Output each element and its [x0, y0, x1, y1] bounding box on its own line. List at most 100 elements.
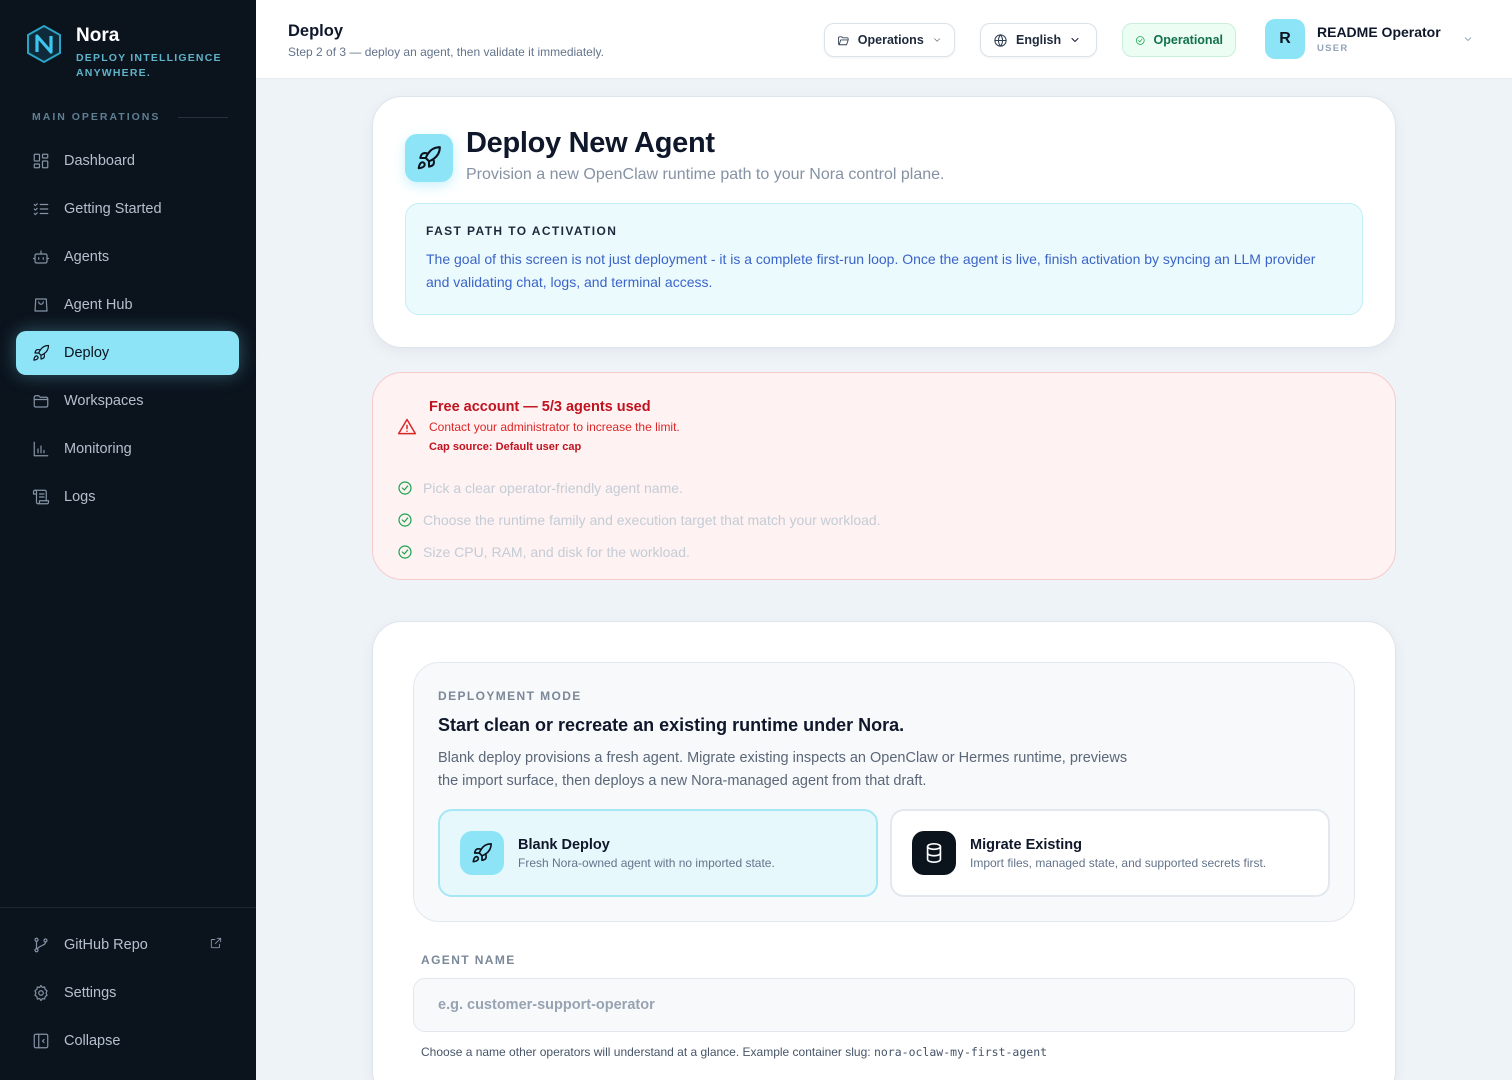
limit-contact: Contact your administrator to increase t…: [429, 420, 680, 434]
fast-path-callout: FAST PATH TO ACTIVATION The goal of this…: [405, 203, 1363, 315]
check-circle-icon: [398, 513, 412, 527]
hero-subtitle: Provision a new OpenClaw runtime path to…: [466, 166, 945, 183]
rocket-icon: [33, 344, 50, 361]
agent-name-input[interactable]: [413, 978, 1355, 1032]
sidebar-item-workspaces[interactable]: Workspaces: [16, 379, 239, 423]
sidebar-item-label: Workspaces: [64, 393, 144, 409]
sidebar-item-github-repo[interactable]: GitHub Repo: [16, 923, 239, 967]
chevron-down-icon: [933, 38, 940, 42]
check-circle-icon: [398, 545, 412, 559]
sidebar-item-settings[interactable]: Settings: [16, 971, 239, 1015]
mode-description: Blank deploy provisions a fresh agent. M…: [438, 750, 1128, 789]
sidebar-item-label: Agent Hub: [64, 297, 133, 313]
mode-title: Start clean or recreate an existing runt…: [438, 715, 905, 735]
database-icon: [926, 843, 942, 863]
fast-path-text: The goal of this screen is not just depl…: [426, 251, 1316, 290]
sidebar-item-collapse[interactable]: Collapse: [16, 1019, 239, 1063]
deploy-checklist: Pick a clear operator-friendly agent nam…: [397, 472, 881, 568]
sidebar-item-agents[interactable]: Agents: [16, 235, 239, 279]
operations-label: Operations: [857, 33, 924, 47]
section-label-text: MAIN OPERATIONS: [32, 111, 161, 123]
section-label: MAIN OPERATIONS: [32, 111, 229, 123]
check-circle-icon: [398, 481, 412, 495]
option-description: Import files, managed state, and support…: [970, 855, 1267, 870]
sidebar-item-dashboard[interactable]: Dashboard: [16, 139, 239, 183]
sidebar-item-agent-hub[interactable]: Agent Hub: [16, 283, 239, 327]
scroll-icon: [32, 489, 50, 505]
bar-chart-icon: [33, 441, 49, 457]
agent-name-label: AGENT NAME: [421, 953, 516, 967]
deployment-mode-section: DEPLOYMENT MODE Start clean or recreate …: [413, 662, 1355, 922]
limit-cap-source: Cap source: Default user cap: [429, 441, 582, 453]
sidebar-item-monitoring[interactable]: Monitoring: [16, 427, 239, 471]
brand-tagline: DEPLOY INTELLIGENCE ANYWHERE.: [76, 52, 222, 79]
language-selector[interactable]: English: [980, 23, 1097, 57]
user-name: README Operator: [1317, 24, 1441, 40]
avatar: R: [1265, 19, 1305, 59]
gear-icon: [34, 984, 48, 1002]
slug-example: nora-oclaw-my-first-agent: [873, 1045, 1048, 1059]
sidebar-item-label: GitHub Repo: [64, 937, 148, 953]
sidebar-item-label: Settings: [64, 985, 117, 1001]
brand-name: Nora: [76, 25, 120, 46]
user-role: USER: [1317, 43, 1349, 54]
panel-collapse-icon: [33, 1033, 49, 1049]
sidebar-item-label: Agents: [64, 249, 110, 265]
hero-rocket-badge: [405, 134, 453, 182]
user-menu[interactable]: R README Operator USER: [1265, 19, 1441, 59]
rocket-icon: [472, 843, 492, 863]
checklist-text: Size CPU, RAM, and disk for the workload…: [423, 544, 690, 560]
deploy-form-card: DEPLOYMENT MODE Start clean or recreate …: [372, 621, 1396, 1080]
external-link-icon: [210, 937, 222, 949]
operations-dropdown[interactable]: Operations: [824, 23, 955, 57]
nora-logo-icon: [27, 24, 61, 64]
option-title: Blank Deploy: [518, 836, 610, 853]
section-divider: [178, 116, 229, 118]
mode-label: DEPLOYMENT MODE: [438, 689, 582, 703]
sidebar-item-label: Dashboard: [64, 153, 135, 169]
language-label: English: [1016, 33, 1062, 47]
agent-name-hint: Choose a name other operators will under…: [421, 1045, 1047, 1059]
top-header: Deploy Step 2 of 3 — deploy an agent, th…: [256, 0, 1512, 79]
git-branch-icon: [34, 937, 48, 953]
deploy-hero-card: Deploy New Agent Provision a new OpenCla…: [372, 96, 1396, 348]
sidebar-item-label: Getting Started: [64, 201, 162, 217]
sidebar-item-getting-started[interactable]: Getting Started: [16, 187, 239, 231]
sidebar: Nora DEPLOY INTELLIGENCE ANYWHERE. MAIN …: [0, 0, 256, 1080]
folder-icon: [33, 395, 49, 408]
checklist-text: Choose the runtime family and execution …: [423, 512, 881, 528]
sidebar-item-deploy[interactable]: Deploy: [16, 331, 239, 375]
hint-text: Choose a name other operators will under…: [421, 1045, 871, 1059]
option-description: Fresh Nora-owned agent with no imported …: [518, 855, 775, 870]
sidebar-item-logs[interactable]: Logs: [16, 475, 239, 519]
blank-deploy-option[interactable]: Blank Deploy Fresh Nora-owned agent with…: [438, 809, 878, 897]
hero-title: Deploy New Agent: [466, 127, 715, 159]
list-item: Choose the runtime family and execution …: [397, 504, 881, 536]
external-link: [209, 936, 223, 954]
sidebar-item-label: Collapse: [64, 1033, 121, 1049]
brand[interactable]: Nora DEPLOY INTELLIGENCE ANYWHERE.: [24, 24, 226, 81]
globe-icon: [994, 33, 1007, 47]
alert-triangle-icon: [397, 418, 417, 435]
status-badge[interactable]: Operational: [1122, 23, 1236, 57]
chevron-down-icon: [1071, 37, 1079, 43]
option-title: Migrate Existing: [970, 836, 1082, 853]
chevron-down-icon[interactable]: [1462, 33, 1474, 45]
agent-limit-warning: Free account — 5/3 agents used Contact y…: [372, 372, 1396, 580]
migrate-existing-option[interactable]: Migrate Existing Import files, managed s…: [890, 809, 1330, 897]
sidebar-item-label: Deploy: [64, 345, 110, 361]
fast-path-label: FAST PATH TO ACTIVATION: [426, 224, 618, 238]
migrate-existing-badge: [912, 831, 956, 875]
limit-title: Free account — 5/3 agents used: [429, 399, 651, 415]
sidebar-footer: GitHub Repo Settings Collapse: [0, 907, 256, 1067]
checklist-text: Pick a clear operator-friendly agent nam…: [423, 480, 683, 496]
list-item: Size CPU, RAM, and disk for the workload…: [397, 536, 881, 568]
shopping-bag-icon: [34, 298, 48, 312]
list-item: Pick a clear operator-friendly agent nam…: [397, 472, 881, 504]
page-title: Deploy: [288, 22, 344, 40]
sidebar-item-label: Logs: [64, 489, 96, 505]
checklist-icon: [33, 203, 49, 216]
page-subtitle: Step 2 of 3 — deploy an agent, then vali…: [288, 45, 604, 59]
main-nav: Dashboard Getting Started Agents Agent H…: [16, 139, 239, 523]
dashboard-icon: [33, 153, 49, 169]
